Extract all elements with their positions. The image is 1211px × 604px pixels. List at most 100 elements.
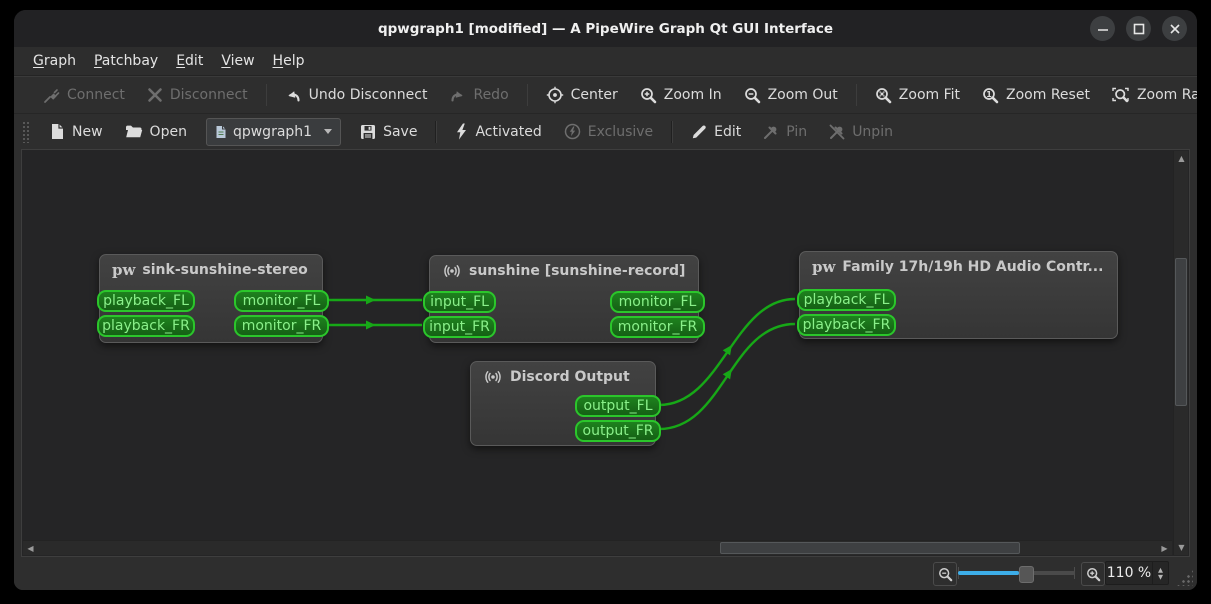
stream-icon [444, 265, 460, 277]
scroll-up-icon[interactable]: ▲ [1174, 151, 1189, 166]
zoom-out-button[interactable]: Zoom Out [733, 82, 849, 109]
spinbox-arrows[interactable]: ▲ ▼ [1152, 562, 1168, 584]
activated-button[interactable]: Activated [444, 118, 552, 145]
port-output[interactable]: output_FR [575, 420, 661, 442]
pipewire-icon: pw [112, 260, 136, 279]
vertical-scrollbar[interactable]: ▲ ▼ [1173, 151, 1188, 555]
unpin-icon [829, 124, 845, 139]
new-button[interactable]: New [39, 118, 114, 145]
disconnect-button[interactable]: Disconnect [136, 82, 259, 108]
port-input[interactable]: playback_FL [97, 290, 195, 312]
toolbar-separator [435, 120, 438, 143]
node-title: Discord Output [510, 369, 630, 385]
node-discord-output[interactable]: Discord Output output_FL output_FR [470, 361, 661, 446]
toolbar-separator [855, 84, 857, 106]
zoom-percent-spinbox[interactable]: 110 % ▲ ▼ [1105, 561, 1169, 585]
node-title: Family 17h/19h HD Audio Contr... [842, 259, 1104, 275]
redo-button[interactable]: Redo [438, 82, 519, 108]
statusbar-zoom-out-button[interactable] [933, 562, 957, 586]
connect-icon [44, 88, 60, 103]
zoom-in-icon [1086, 567, 1100, 581]
horizontal-scrollbar-thumb[interactable] [720, 542, 1020, 554]
statusbar-zoom-in-button[interactable] [1081, 562, 1105, 586]
center-button[interactable]: Center [535, 81, 629, 109]
save-icon [361, 124, 376, 139]
edit-button[interactable]: Edit [680, 119, 752, 145]
port-input[interactable]: playback_FR [97, 315, 195, 337]
zoom-fit-icon [875, 87, 892, 103]
port-output[interactable]: monitor_FL [234, 290, 329, 312]
disconnect-icon [148, 88, 162, 102]
zoom-out-icon [744, 87, 760, 103]
port-input[interactable]: playback_FR [797, 314, 896, 336]
node-title: sink-sunshine-stereo [142, 262, 308, 278]
port-output[interactable]: output_FL [575, 395, 661, 417]
port-output[interactable]: monitor_FL [610, 291, 705, 313]
scroll-down-icon[interactable]: ▼ [1174, 540, 1189, 555]
node-title: sunshine [sunshine-record] [469, 263, 686, 279]
spin-down-icon[interactable]: ▼ [1158, 573, 1163, 580]
patchbay-file-icon [216, 125, 226, 138]
zoom-in-button[interactable]: Zoom In [629, 82, 733, 109]
connections-layer [328, 295, 796, 431]
zoom-reset-icon: 1 [983, 87, 999, 103]
titlebar[interactable]: qpwgraph1 [modified] — A PipeWire Graph … [14, 10, 1197, 47]
maximize-icon [1133, 23, 1144, 34]
undo-disconnect-button[interactable]: Undo Disconnect [274, 82, 439, 108]
toolbar-patchbay: New Open qpwgraph1 Save Activated Exclus… [14, 113, 1197, 149]
chevron-down-icon [324, 129, 333, 134]
statusbar: 110 % ▲ ▼ [14, 557, 1197, 590]
undo-icon [287, 91, 300, 102]
save-button[interactable]: Save [349, 119, 428, 145]
open-button[interactable]: Open [114, 119, 198, 145]
port-input[interactable]: input_FR [423, 316, 496, 338]
toolbar-separator [265, 84, 267, 106]
zoom-fit-button[interactable]: Zoom Fit [864, 82, 971, 109]
node-family-hd-audio[interactable]: pw Family 17h/19h HD Audio Contr... play… [797, 251, 1118, 339]
scroll-left-icon[interactable]: ◀ [23, 541, 38, 556]
maximize-button[interactable] [1126, 16, 1151, 41]
menu-edit[interactable]: Edit [167, 50, 212, 72]
zoom-range-button[interactable]: Zoom Range [1101, 82, 1197, 109]
horizontal-scrollbar[interactable]: ◀ ▶ [23, 540, 1172, 555]
session-combobox[interactable]: qpwgraph1 [205, 117, 342, 146]
toolbar-separator [671, 120, 674, 143]
redo-icon [451, 91, 464, 102]
zoom-reset-button[interactable]: 1 Zoom Reset [971, 82, 1101, 109]
menu-help[interactable]: Help [264, 50, 314, 72]
port-output[interactable]: monitor_FR [610, 316, 705, 338]
zoom-slider-handle[interactable] [1019, 566, 1034, 583]
node-sunshine-record[interactable]: sunshine [sunshine-record] input_FL inpu… [423, 255, 705, 343]
window-resize-grip[interactable] [1176, 569, 1193, 586]
menubar: Graph Patchbay Edit View Help [14, 47, 1197, 76]
port-output[interactable]: monitor_FR [234, 315, 329, 337]
menu-view[interactable]: View [212, 50, 263, 72]
window-title: qpwgraph1 [modified] — A PipeWire Graph … [377, 20, 834, 37]
close-button[interactable] [1162, 16, 1187, 41]
menu-graph[interactable]: Graph [24, 50, 85, 72]
session-combobox-value: qpwgraph1 [232, 123, 313, 140]
connect-button[interactable]: Connect [32, 82, 136, 109]
center-icon [546, 86, 563, 104]
unpin-button[interactable]: Unpin [818, 119, 904, 145]
exclusive-button[interactable]: Exclusive [553, 118, 664, 145]
activated-bolt-icon [457, 123, 467, 140]
vertical-scrollbar-thumb[interactable] [1175, 258, 1187, 406]
node-sink-sunshine-stereo[interactable]: pw sink-sunshine-stereo playback_FL play… [97, 254, 329, 343]
zoom-out-icon [938, 567, 952, 581]
minimize-button[interactable] [1090, 16, 1115, 41]
menu-patchbay[interactable]: Patchbay [85, 50, 167, 72]
pin-icon [764, 126, 777, 139]
scroll-right-icon[interactable]: ▶ [1157, 541, 1172, 556]
toolbar-separator [526, 84, 528, 106]
spin-up-icon[interactable]: ▲ [1158, 566, 1163, 573]
wire-arrow-icon [366, 320, 376, 330]
graph-canvas[interactable]: pw sink-sunshine-stereo playback_FL play… [21, 149, 1190, 557]
pin-button[interactable]: Pin [752, 119, 818, 145]
port-input[interactable]: input_FL [423, 291, 496, 313]
exclusive-bolt-icon [564, 123, 580, 140]
zoom-in-icon [640, 87, 657, 103]
port-input[interactable]: playback_FL [797, 289, 896, 311]
svg-text:1: 1 [986, 89, 992, 98]
toolbar-drag-handle[interactable] [22, 120, 29, 143]
